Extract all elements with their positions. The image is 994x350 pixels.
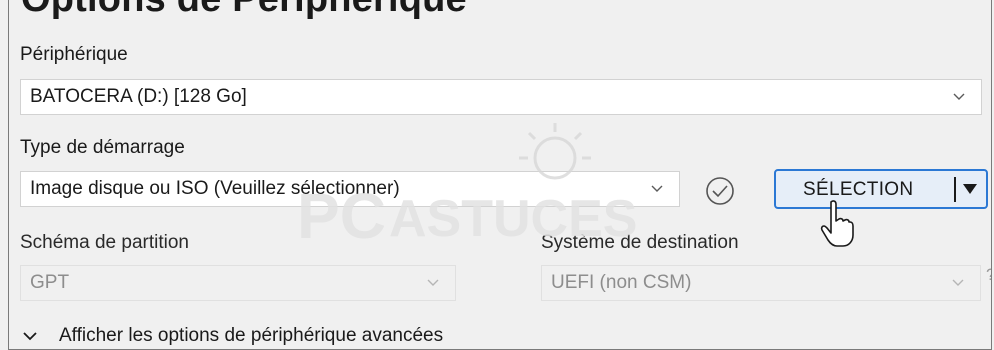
device-options-panel: Options de Périphérique Périphérique BAT… xyxy=(8,0,992,350)
check-circle-icon[interactable] xyxy=(703,174,737,208)
advanced-options-toggle[interactable]: Afficher les options de périphérique ava… xyxy=(21,325,443,347)
boot-type-label: Type de démarrage xyxy=(20,137,185,158)
chevron-down-icon xyxy=(427,279,439,286)
chevron-down-icon xyxy=(23,332,37,341)
partition-scheme-combobox[interactable]: GPT xyxy=(20,265,456,301)
target-system-label: Système de destination xyxy=(541,232,739,253)
device-value: BATOCERA (D:) [128 Go] xyxy=(30,86,247,107)
boot-type-value: Image disque ou ISO (Veuillez sélectionn… xyxy=(30,178,400,199)
device-combobox[interactable]: BATOCERA (D:) [128 Go] xyxy=(20,79,982,115)
chevron-down-icon xyxy=(952,279,964,286)
dropdown-arrow-icon[interactable] xyxy=(962,183,978,195)
device-label: Périphérique xyxy=(20,44,128,65)
chevron-down-icon xyxy=(651,185,663,192)
chevron-down-icon xyxy=(953,93,965,100)
advanced-options-label: Afficher les options de périphérique ava… xyxy=(59,325,444,346)
partition-scheme-value: GPT xyxy=(30,272,70,293)
select-button-label: SÉLECTION xyxy=(803,179,914,200)
target-system-combobox[interactable]: UEFI (non CSM) xyxy=(541,265,981,301)
mouse-pointer-icon xyxy=(820,200,854,247)
help-icon[interactable]: ? xyxy=(986,265,991,285)
target-system-value: UEFI (non CSM) xyxy=(551,272,692,293)
boot-type-combobox[interactable]: Image disque ou ISO (Veuillez sélectionn… xyxy=(20,171,680,207)
partition-scheme-label: Schéma de partition xyxy=(20,232,189,253)
section-title: Options de Périphérique xyxy=(21,0,467,21)
split-divider xyxy=(954,177,956,202)
select-image-button[interactable]: SÉLECTION xyxy=(774,169,988,209)
